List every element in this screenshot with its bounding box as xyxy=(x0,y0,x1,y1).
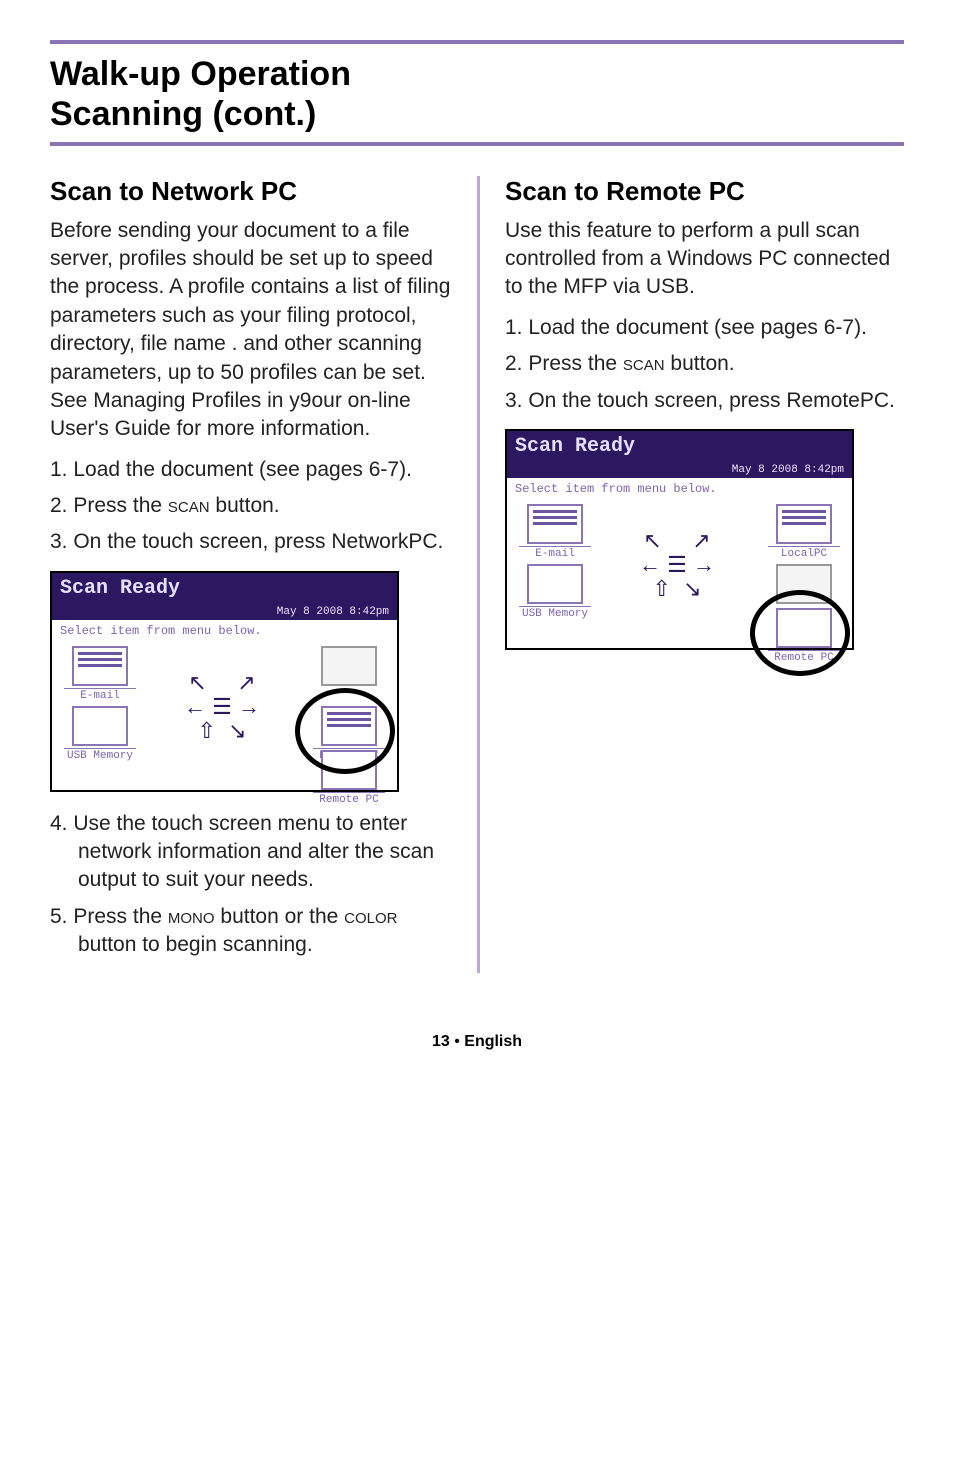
option-usb[interactable]: USB Memory xyxy=(64,706,136,762)
usb-icon-r xyxy=(527,564,583,604)
step-touch-networkpc: 3. On the touch screen, press NetworkPC. xyxy=(50,528,452,556)
page-footer: 13 • English xyxy=(50,1033,904,1051)
step-press-scan-r: 2. Press the SCAN button. xyxy=(505,350,904,378)
option-email-r[interactable]: E-mail xyxy=(519,504,591,560)
option-localpc-r[interactable]: LocalPC xyxy=(768,504,840,560)
top-rule xyxy=(50,40,904,44)
arrow-icons-r: ↖ ↗ ← ☰ → ⇧ ↘ xyxy=(602,528,752,602)
highlight-circle-network xyxy=(295,688,395,774)
screen-date-r: May 8 2008 8:42pm xyxy=(507,462,852,478)
heading-scan-network: Scan to Network PC xyxy=(50,176,452,207)
mid-rule xyxy=(50,142,904,146)
screen-date: May 8 2008 8:42pm xyxy=(52,604,397,620)
usb-label-r: USB Memory xyxy=(519,606,591,620)
step-press-scan: 2. Press the SCAN button. xyxy=(50,492,452,520)
usb-label: USB Memory xyxy=(64,748,136,762)
screen-title: Scan Ready xyxy=(52,573,397,604)
step-touch-remotepc: 3. On the touch screen, press RemotePC. xyxy=(505,387,904,415)
column-left: Scan to Network PC Before sending your d… xyxy=(50,176,477,974)
page-title: Walk-up Operation xyxy=(50,54,904,95)
heading-scan-remote: Scan to Remote PC xyxy=(505,176,904,207)
arrow-icons: ↖ ↗ ← ☰ → ⇧ ↘ xyxy=(147,670,297,744)
screen-hint: Select item from menu below. xyxy=(52,620,397,640)
step-use-menu: 4. Use the touch screen menu to enter ne… xyxy=(50,810,452,895)
intro-network: Before sending your document to a file s… xyxy=(50,217,452,444)
local-label-r: LocalPC xyxy=(768,546,840,560)
usb-icon xyxy=(72,706,128,746)
footer-bullet: • xyxy=(454,1033,460,1050)
step-press-mono-color: 5. Press the MONO button or the COLOR bu… xyxy=(50,903,452,960)
touchscreen-network: Scan Ready May 8 2008 8:42pm Select item… xyxy=(50,571,399,792)
page-subtitle: Scanning (cont.) xyxy=(50,95,904,134)
remote-label: Remote PC xyxy=(313,792,385,806)
column-right: Scan to Remote PC Use this feature to pe… xyxy=(477,176,904,974)
local-icon-r xyxy=(776,504,832,544)
option-usb-r[interactable]: USB Memory xyxy=(519,564,591,620)
email-label-r: E-mail xyxy=(519,546,591,560)
footer-lang: English xyxy=(464,1033,522,1050)
touchscreen-remote: Scan Ready May 8 2008 8:42pm Select item… xyxy=(505,429,854,650)
email-icon-r xyxy=(527,504,583,544)
email-label: E-mail xyxy=(64,688,136,702)
email-icon xyxy=(72,646,128,686)
screen-hint-r: Select item from menu below. xyxy=(507,478,852,498)
page-number: 13 xyxy=(432,1033,450,1050)
highlight-circle-remote xyxy=(750,590,850,676)
step-load-doc-r: 1. Load the document (see pages 6-7). xyxy=(505,314,904,342)
screen-title-r: Scan Ready xyxy=(507,431,852,462)
step-load-doc: 1. Load the document (see pages 6-7). xyxy=(50,456,452,484)
option-email[interactable]: E-mail xyxy=(64,646,136,702)
intro-remote: Use this feature to perform a pull scan … xyxy=(505,217,904,302)
